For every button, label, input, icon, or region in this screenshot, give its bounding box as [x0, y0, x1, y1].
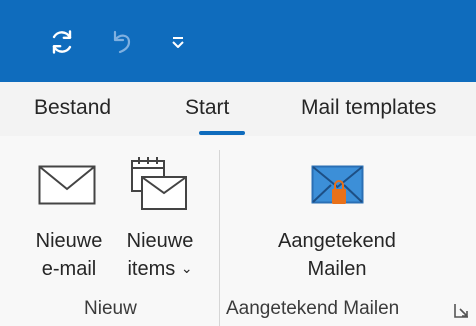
- tab-bestand[interactable]: Bestand: [34, 96, 111, 120]
- new-items-icon: [130, 155, 190, 218]
- active-tab-indicator: [199, 131, 245, 135]
- envelope-icon: [38, 165, 96, 210]
- group-label-nieuw: Nieuw: [84, 298, 137, 319]
- new-email-button[interactable]: Nieuwe e-mail: [28, 155, 110, 285]
- new-items-label-text: items: [127, 258, 176, 280]
- registered-mail-label-line2: Mailen: [307, 258, 367, 280]
- chevron-down-icon: ⌄: [180, 260, 193, 276]
- new-email-label-line1: Nieuwe: [35, 230, 103, 252]
- customize-quick-access-icon: [169, 33, 187, 51]
- group-separator: [219, 150, 220, 326]
- registered-mail-button[interactable]: Aangetekend Mailen: [262, 155, 412, 285]
- tab-mail-templates[interactable]: Mail templates: [301, 96, 436, 120]
- registered-mail-icon: [311, 165, 365, 214]
- title-bar: [0, 0, 476, 82]
- new-items-button[interactable]: Nieuwe items ⌄: [114, 155, 206, 285]
- group-label-aangetekend-mailen: Aangetekend Mailen: [226, 298, 400, 319]
- registered-mail-label-line1: Aangetekend: [278, 230, 396, 252]
- dialog-launcher-icon: [453, 304, 471, 324]
- customize-quick-access-button[interactable]: [160, 22, 196, 62]
- new-email-label-line2: e-mail: [41, 258, 97, 280]
- ribbon-tabs: Bestand Start Mail templates: [0, 82, 476, 136]
- sync-button[interactable]: [40, 22, 84, 62]
- undo-button[interactable]: [102, 22, 142, 62]
- new-items-label-line2: items ⌄: [114, 255, 206, 284]
- dialog-launcher-button[interactable]: [453, 302, 471, 320]
- undo-icon: [109, 28, 135, 56]
- tab-start[interactable]: Start: [185, 96, 229, 120]
- new-items-label-line1: Nieuwe: [126, 230, 194, 252]
- sync-icon: [48, 28, 76, 56]
